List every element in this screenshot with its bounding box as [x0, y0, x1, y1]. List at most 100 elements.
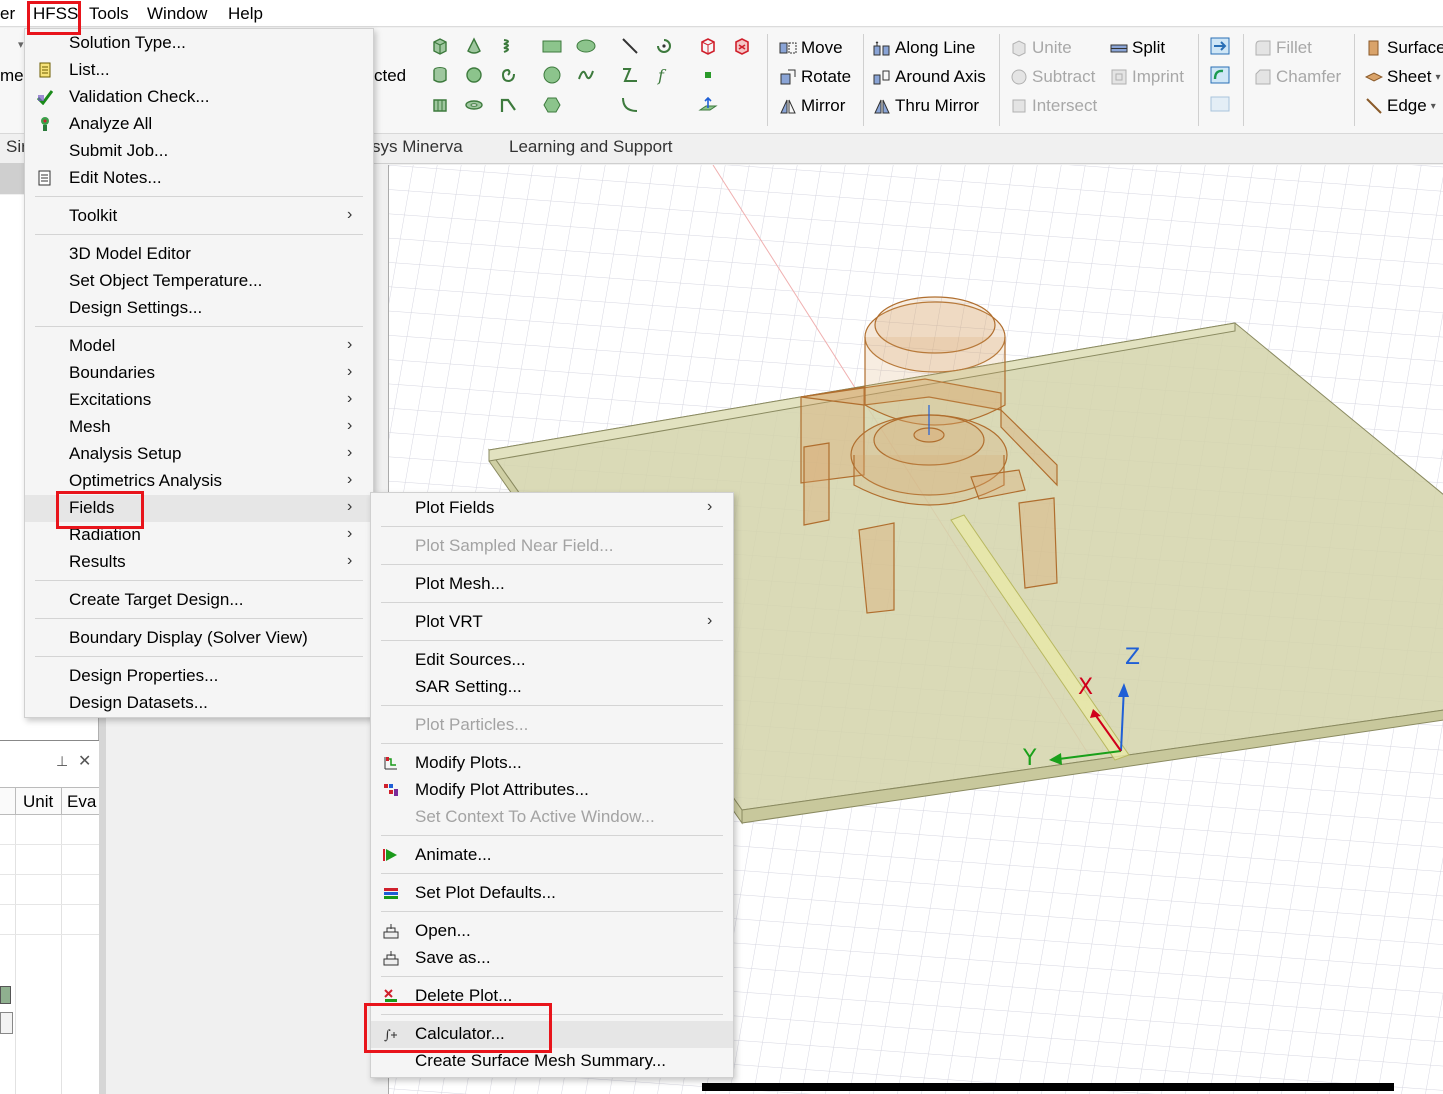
menu-item-analyze-all[interactable]: Analyze All: [25, 111, 373, 138]
cylinder-icon[interactable]: [430, 65, 450, 85]
viewport-horizontal-scrollbar[interactable]: [702, 1083, 1394, 1091]
menu-item-animate[interactable]: Animate...: [371, 842, 733, 869]
menu-help[interactable]: Help: [228, 4, 263, 24]
fillet-button[interactable]: Fillet: [1254, 36, 1312, 60]
menu-item-toolkit[interactable]: Toolkit ›: [25, 203, 373, 230]
menu-item-open[interactable]: Open...: [371, 918, 733, 945]
rectangle-icon[interactable]: [542, 36, 562, 56]
intersect-button[interactable]: Intersect: [1010, 94, 1097, 118]
menu-item-optimetrics-analysis[interactable]: Optimetrics Analysis ›: [25, 468, 373, 495]
menu-item-create-target-design[interactable]: Create Target Design...: [25, 587, 373, 614]
move-button[interactable]: Move: [779, 36, 843, 60]
menu-item-radiation[interactable]: Radiation ›: [25, 522, 373, 549]
equation-surface-icon[interactable]: [576, 65, 596, 85]
menu-item-set-context[interactable]: Set Context To Active Window...: [371, 804, 733, 831]
menu-item-list[interactable]: List...: [25, 57, 373, 84]
mirror-button[interactable]: Mirror: [779, 94, 845, 118]
menu-item-boundary-display[interactable]: Boundary Display (Solver View): [25, 625, 373, 652]
duplicate-around-axis-button[interactable]: Around Axis: [873, 65, 986, 89]
menu-item-delete-plot[interactable]: Delete Plot...: [371, 983, 733, 1010]
menu-item-mesh[interactable]: Mesh ›: [25, 414, 373, 441]
menu-item-save-as[interactable]: Save as...: [371, 945, 733, 972]
subtract-button[interactable]: Subtract: [1010, 65, 1095, 89]
menu-item-boundaries[interactable]: Boundaries ›: [25, 360, 373, 387]
menu-item-create-surface-mesh-summary[interactable]: Create Surface Mesh Summary...: [371, 1048, 733, 1075]
equation-curve-icon[interactable]: f: [654, 65, 674, 85]
polyline-icon[interactable]: [620, 95, 640, 115]
sweep-around-axis-icon[interactable]: [1210, 65, 1230, 85]
menu-item-model[interactable]: Model ›: [25, 333, 373, 360]
duplicate-along-line-button[interactable]: Along Line: [873, 36, 975, 60]
menu-item-plot-fields[interactable]: Plot Fields ›: [371, 495, 733, 522]
menu-item-plot-sampled-near-field[interactable]: Plot Sampled Near Field...: [371, 533, 733, 560]
regular-polyhedron-icon[interactable]: [430, 95, 450, 115]
menu-item-set-object-temperature[interactable]: Set Object Temperature...: [25, 268, 373, 295]
menu-item-design-settings[interactable]: Design Settings...: [25, 295, 373, 322]
menu-item-3d-model-editor[interactable]: 3D Model Editor: [25, 241, 373, 268]
close-icon[interactable]: ✕: [78, 751, 91, 771]
chamfer-button[interactable]: Chamfer: [1254, 65, 1341, 89]
menu-item-plot-mesh[interactable]: Plot Mesh...: [371, 571, 733, 598]
torus-icon[interactable]: [464, 95, 484, 115]
ribbon-dropdown-caret[interactable]: ▾: [18, 32, 24, 56]
menu-item-plot-vrt[interactable]: Plot VRT ›: [371, 609, 733, 636]
ellipse-icon[interactable]: [576, 36, 596, 56]
tab-ansys-minerva[interactable]: sys Minerva: [372, 137, 463, 157]
tab-learning-and-support[interactable]: Learning and Support: [509, 137, 673, 157]
menu-item-plot-particles[interactable]: Plot Particles...: [371, 712, 733, 739]
menu-item-sar-setting[interactable]: SAR Setting...: [371, 674, 733, 701]
sweep-arrow-icon[interactable]: [1210, 36, 1230, 56]
spiral-icon[interactable]: [498, 65, 518, 85]
menu-window[interactable]: Window: [147, 4, 207, 24]
rotate-button[interactable]: Rotate: [779, 65, 851, 89]
split-button[interactable]: Split: [1110, 36, 1165, 60]
point-icon[interactable]: [698, 65, 718, 85]
line-icon[interactable]: [620, 36, 640, 56]
menu-item-excitations[interactable]: Excitations ›: [25, 387, 373, 414]
unite-button[interactable]: Unite: [1010, 36, 1072, 60]
user-defined-primitive-icon[interactable]: [698, 36, 718, 56]
sphere-icon[interactable]: [464, 65, 484, 85]
menu-item-fields[interactable]: Fields ›: [25, 495, 373, 522]
cone-icon[interactable]: [464, 36, 484, 56]
menu-item-analysis-setup[interactable]: Analysis Setup ›: [25, 441, 373, 468]
helix-icon[interactable]: [498, 36, 518, 56]
duplicate-thru-mirror-button[interactable]: Thru Mirror: [873, 94, 979, 118]
menu-item-submit-job[interactable]: Submit Job...: [25, 138, 373, 165]
scrollbar-thumb[interactable]: [1048, 1084, 1392, 1090]
menu-item-results[interactable]: Results ›: [25, 549, 373, 576]
chevron-down-icon[interactable]: ▾: [1435, 72, 1440, 83]
menu-item-modify-plots[interactable]: Modify Plots...: [371, 750, 733, 777]
plane-icon[interactable]: [698, 95, 718, 115]
thicken-sheet-icon[interactable]: [1210, 94, 1230, 114]
menu-item-validation-check[interactable]: Validation Check...: [25, 84, 373, 111]
select-sheet-button[interactable]: Sheet ▾: [1365, 65, 1440, 89]
menu-item-modify-plot-attributes[interactable]: Modify Plot Attributes...: [371, 777, 733, 804]
menu-tools[interactable]: Tools: [89, 4, 129, 24]
menu-item-design-datasets[interactable]: Design Datasets...: [25, 690, 373, 717]
menu-item-calculator[interactable]: ∫ Calculator...: [371, 1021, 733, 1048]
polygon-icon[interactable]: [542, 95, 562, 115]
menu-item-design-properties[interactable]: Design Properties...: [25, 663, 373, 690]
menu-item-edit-notes[interactable]: Edit Notes...: [25, 165, 373, 192]
menu-item-solution-type[interactable]: Solution Type...: [25, 30, 373, 57]
circle-icon[interactable]: [542, 65, 562, 85]
bondwire-icon[interactable]: [498, 95, 518, 115]
chevron-down-icon[interactable]: ▾: [1431, 101, 1436, 112]
select-surface-button[interactable]: Surface: [1365, 36, 1443, 60]
spline-icon[interactable]: [620, 65, 640, 85]
menu-item-edit-sources[interactable]: Edit Sources...: [371, 647, 733, 674]
panel-splitter[interactable]: [98, 718, 106, 1094]
imprint-button[interactable]: Imprint: [1110, 65, 1184, 89]
color-swatch[interactable]: [0, 986, 11, 1004]
menu-hfss[interactable]: HFSS: [33, 4, 78, 24]
box-icon[interactable]: [430, 36, 450, 56]
value-button[interactable]: [0, 1012, 13, 1034]
column-evaluated[interactable]: Eva: [67, 792, 96, 812]
pin-icon[interactable]: ⊥: [56, 753, 68, 770]
column-unit[interactable]: Unit: [23, 792, 53, 812]
arc-icon[interactable]: [654, 36, 674, 56]
menu-item-set-plot-defaults[interactable]: Set Plot Defaults...: [371, 880, 733, 907]
menu-er-partial[interactable]: er: [0, 4, 15, 24]
select-edge-button[interactable]: Edge ▾: [1365, 94, 1436, 118]
